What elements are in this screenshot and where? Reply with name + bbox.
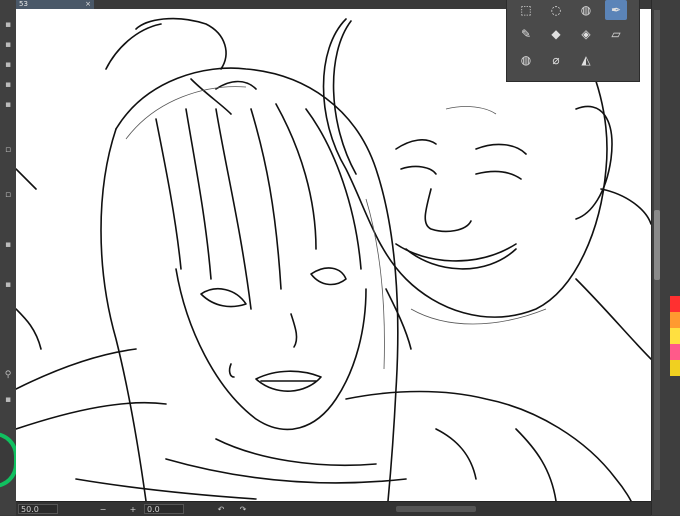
color-swatch[interactable]	[670, 296, 680, 312]
zoom-field[interactable]: 50.0	[18, 504, 58, 514]
trash-icon[interactable]: ▫	[3, 145, 13, 155]
horizontal-scroll-thumb[interactable]	[396, 506, 476, 512]
document-tab-label: 53	[19, 0, 28, 8]
zoom-in-button[interactable]: +	[128, 503, 138, 515]
tool-icon[interactable]: ▪	[3, 80, 13, 90]
eraser-icon[interactable]: ▱	[605, 24, 627, 44]
tool-icon[interactable]: ▪	[3, 100, 13, 110]
layer-icon[interactable]: ▫	[3, 190, 13, 200]
document-tab[interactable]: 53 ×	[16, 0, 94, 9]
color-swatch[interactable]	[670, 312, 680, 328]
zoom-out-button[interactable]: −	[98, 503, 108, 515]
lasso-fill-icon[interactable]: ◍	[575, 0, 597, 20]
smudge-icon[interactable]: ◭	[575, 50, 597, 70]
color-swatch[interactable]	[670, 328, 680, 344]
ink-pen-icon[interactable]: ✎	[515, 24, 537, 44]
color-swatch[interactable]	[670, 360, 680, 376]
close-icon[interactable]: ×	[85, 0, 91, 9]
rotation-field[interactable]: 0.0	[144, 504, 184, 514]
pen-icon[interactable]: ✒	[605, 0, 627, 20]
lasso-select-icon[interactable]: ◌	[545, 0, 567, 20]
vertical-scroll-thumb[interactable]	[654, 210, 660, 280]
bucket-icon[interactable]: ◆	[545, 24, 567, 44]
tool-icon[interactable]: ▪	[3, 240, 13, 250]
tool-icon[interactable]: ▪	[3, 40, 13, 50]
status-bar: 50.0 − + 0.0 ↶ ↷	[16, 501, 651, 516]
zoom-icon[interactable]: ⚲	[3, 370, 13, 380]
color-swatches	[670, 296, 680, 376]
fill-icon[interactable]: ◈	[575, 24, 597, 44]
tool-icon[interactable]: ▪	[3, 395, 13, 405]
rotate-left-button[interactable]: ↶	[216, 503, 226, 515]
tool-icon[interactable]: ▪	[3, 280, 13, 290]
rotate-right-button[interactable]: ↷	[238, 503, 248, 515]
right-panel	[651, 0, 680, 515]
tool-icon[interactable]: ▪	[3, 20, 13, 30]
rect-select-icon[interactable]: ⬚	[515, 0, 537, 20]
drawing-canvas[interactable]	[16, 9, 651, 501]
tool-icon[interactable]: ▪	[3, 60, 13, 70]
color-swatch[interactable]	[670, 344, 680, 360]
blend-drop-icon[interactable]: ◍	[515, 50, 537, 70]
blur-drop-icon[interactable]: ⌀	[545, 50, 567, 70]
sketch-artwork	[16, 13, 651, 501]
tool-palette: ⬚ ◌ ◍ ✒ ✎ ◆ ◈ ▱ ◍ ⌀ ◭	[506, 0, 640, 82]
